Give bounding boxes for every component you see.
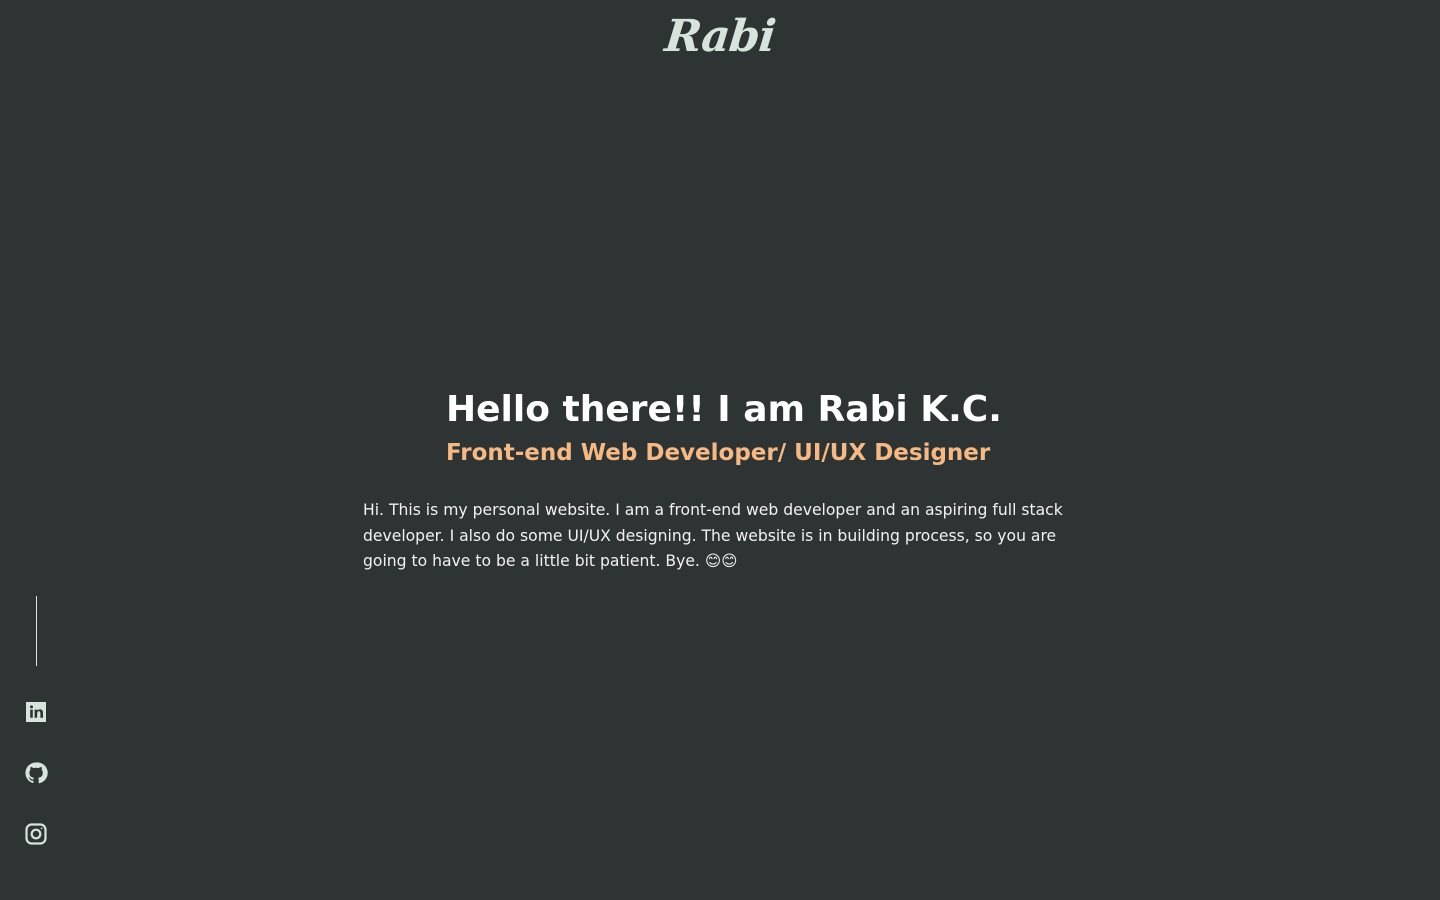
intro-paragraph: Hi. This is my personal website. I am a … <box>363 501 1063 571</box>
linkedin-icon <box>24 700 48 724</box>
page-title: Hello there!! I am Rabi K.C. <box>446 389 1002 430</box>
instagram-icon <box>24 822 48 846</box>
github-icon <box>24 761 48 785</box>
github-link[interactable] <box>24 761 48 785</box>
hero-titles: Hello there!! I am Rabi K.C. Front-end W… <box>446 386 1046 472</box>
rail-divider <box>36 596 37 666</box>
site-logo[interactable]: Rabi <box>647 8 793 64</box>
instagram-link[interactable] <box>24 822 48 846</box>
linkedin-link[interactable] <box>24 700 48 724</box>
page-subtitle: Front-end Web Developer/ UI/UX Designer <box>446 440 991 466</box>
